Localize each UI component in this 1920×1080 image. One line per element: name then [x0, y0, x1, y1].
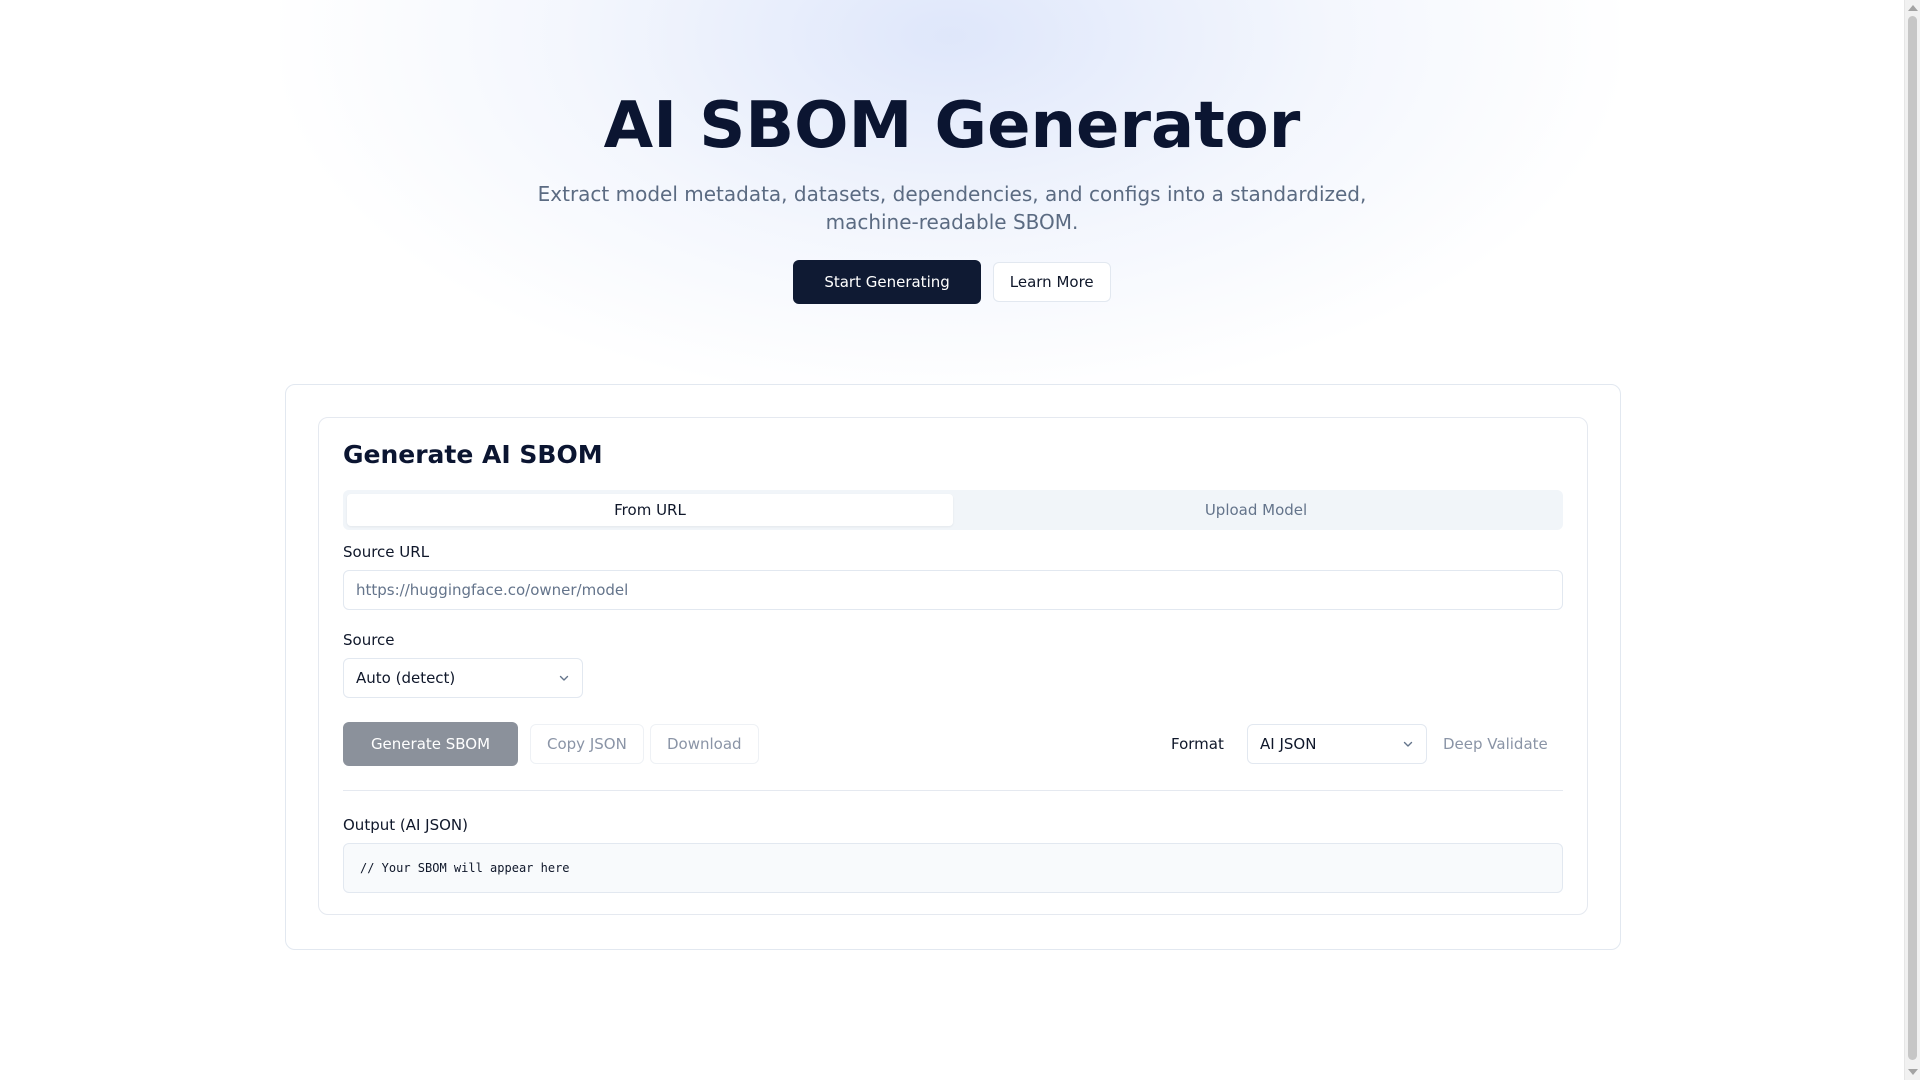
section-divider: [343, 790, 1563, 791]
source-label: Source: [343, 631, 395, 649]
start-generating-button[interactable]: Start Generating: [793, 260, 981, 304]
format-select[interactable]: AI JSON: [1247, 724, 1427, 764]
sbom-output[interactable]: // Your SBOM will appear here: [343, 843, 1563, 893]
scroll-down-icon[interactable]: [1908, 1069, 1918, 1075]
generator-title: Generate AI SBOM: [343, 440, 603, 469]
source-select-value: Auto (detect): [356, 669, 456, 687]
hero-actions: Start Generating Learn More: [0, 260, 1904, 304]
chevron-down-icon: [1403, 741, 1413, 747]
source-url-label: Source URL: [343, 543, 430, 561]
generate-sbom-button[interactable]: Generate SBOM: [343, 722, 518, 766]
deep-validate-button[interactable]: Deep Validate: [1431, 724, 1560, 764]
source-url-input[interactable]: [343, 570, 1563, 610]
scrollbar-thumb[interactable]: [1908, 16, 1917, 1060]
scroll-up-icon[interactable]: [1908, 5, 1918, 11]
page-scrollbar[interactable]: [1904, 0, 1920, 1080]
tab-upload-model[interactable]: Upload Model: [953, 494, 1559, 526]
learn-more-button[interactable]: Learn More: [992, 262, 1111, 302]
format-label: Format: [1171, 735, 1224, 753]
format-select-value: AI JSON: [1260, 735, 1317, 753]
download-button[interactable]: Download: [650, 724, 759, 764]
source-tabs: From URL Upload Model: [343, 490, 1563, 530]
page-viewport: AI SBOM Generator Extract model metadata…: [0, 0, 1904, 1080]
copy-json-button[interactable]: Copy JSON: [530, 724, 644, 764]
chevron-down-icon: [559, 675, 569, 681]
generator-card: Generate AI SBOM From URL Upload Model S…: [318, 417, 1588, 915]
output-label: Output (AI JSON): [343, 816, 469, 834]
source-select[interactable]: Auto (detect): [343, 658, 583, 698]
hero-subtitle: Extract model metadata, datasets, depend…: [537, 182, 1367, 234]
page-title: AI SBOM Generator: [603, 89, 1301, 163]
tab-from-url[interactable]: From URL: [347, 494, 953, 526]
generator-section: Generate AI SBOM From URL Upload Model S…: [285, 384, 1621, 950]
